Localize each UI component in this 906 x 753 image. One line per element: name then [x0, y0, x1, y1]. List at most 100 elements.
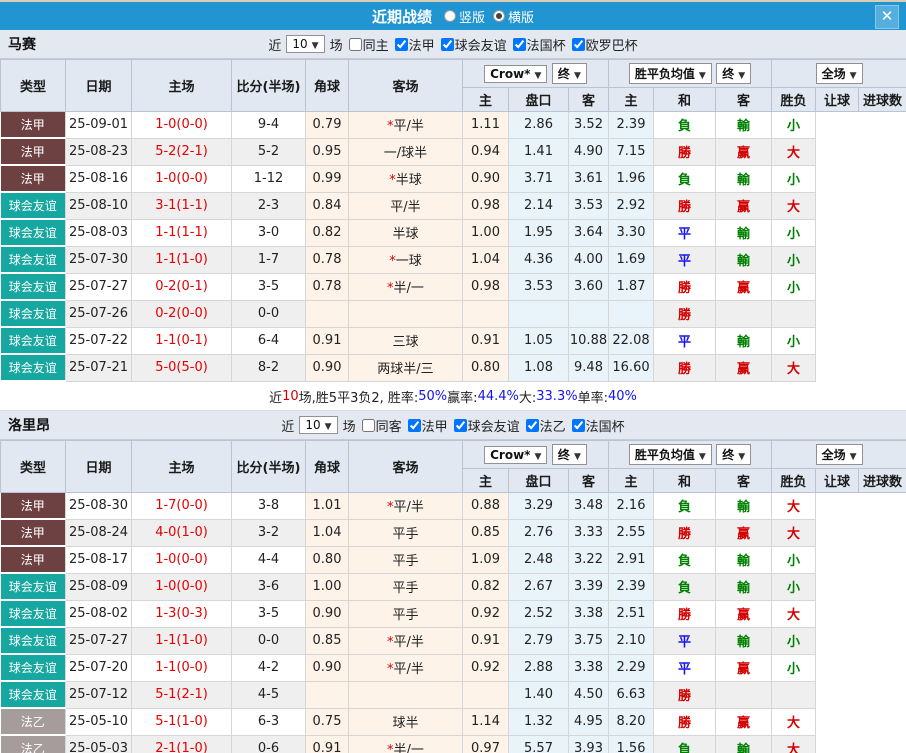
same-venue-checkbox[interactable] — [362, 419, 375, 432]
corners-cell: 3-5 — [232, 273, 306, 300]
avg-select[interactable]: 胜平负均值▼ — [629, 63, 712, 84]
handicap-cell: 球半 — [349, 708, 463, 735]
corners-cell: 6-4 — [232, 327, 306, 354]
league-filter-checkbox[interactable] — [513, 38, 526, 51]
avg-final-select[interactable]: 终▼ — [716, 63, 751, 84]
odds-home-cell: 0.84 — [306, 192, 349, 219]
odds-final-select[interactable]: 终▼ — [552, 444, 587, 465]
date-cell: 25-07-30 — [66, 246, 132, 273]
match-row: 法甲25-08-244-0(1-0)3-21.04平手0.852.763.332… — [1, 519, 906, 546]
filter-near-label: 近 — [268, 35, 281, 54]
date-cell: 25-08-03 — [66, 219, 132, 246]
odds-home-cell — [306, 681, 349, 708]
avg-home-cell: 2.14 — [509, 192, 569, 219]
close-icon[interactable]: ✕ — [875, 5, 899, 29]
summary-segment: 大: — [519, 387, 536, 406]
filter-option[interactable]: 法甲 — [391, 35, 435, 54]
col-avg-draw: 和 — [654, 469, 716, 493]
result-cell: 勝 — [654, 600, 716, 627]
match-count-select[interactable]: 10▼ — [286, 35, 324, 53]
horizontal-radio-label[interactable]: 横版 — [508, 7, 534, 26]
date-cell: 25-08-30 — [66, 493, 132, 520]
odds-away-cell: 1.09 — [463, 546, 509, 573]
bookmaker-select[interactable]: Crow*▼ — [484, 65, 547, 83]
score-cell: 5-1(1-0) — [132, 708, 232, 735]
avg-home-cell: 2.88 — [509, 654, 569, 681]
avg-home-cell: 1.05 — [509, 327, 569, 354]
avg-draw-cell: 3.93 — [569, 735, 609, 753]
bookmaker-select[interactable]: Crow*▼ — [484, 446, 547, 464]
handicap-result-cell: 輸 — [716, 493, 772, 520]
handicap-star: * — [387, 743, 394, 753]
filter-option[interactable]: 欧罗巴杯 — [568, 35, 638, 54]
avg-draw-cell: 4.50 — [569, 681, 609, 708]
odds-home-cell: 1.00 — [306, 573, 349, 600]
handicap-star: * — [387, 281, 394, 296]
filter-option[interactable]: 同客 — [358, 416, 402, 435]
col-away: 客场 — [349, 60, 463, 112]
filter-option[interactable]: 球会友谊 — [450, 416, 520, 435]
date-cell: 25-07-27 — [66, 273, 132, 300]
handicap-result-cell: 輸 — [716, 165, 772, 192]
odds-home-cell: 1.04 — [306, 519, 349, 546]
league-filter-checkbox[interactable] — [408, 419, 421, 432]
league-cell: 法甲 — [1, 546, 66, 573]
titlebar: 近期战绩 竖版 横版 ✕ — [0, 2, 906, 30]
filter-option[interactable]: 法国杯 — [509, 35, 566, 54]
avg-select[interactable]: 胜平负均值▼ — [629, 444, 712, 465]
avg-away-cell: 1.56 — [609, 735, 654, 753]
score-cell: 5-1(2-1) — [132, 681, 232, 708]
odds-away-cell — [463, 681, 509, 708]
vertical-radio-label[interactable]: 竖版 — [459, 7, 485, 26]
summary-segment: 50% — [418, 389, 447, 404]
avg-draw-cell: 3.52 — [569, 112, 609, 139]
col-score: 比分(半场) — [232, 60, 306, 112]
filter-option[interactable]: 同主 — [345, 35, 389, 54]
filter-option[interactable]: 球会友谊 — [437, 35, 507, 54]
score-cell: 1-1(1-1) — [132, 219, 232, 246]
same-venue-checkbox[interactable] — [349, 38, 362, 51]
league-cell: 球会友谊 — [1, 573, 66, 600]
match-count-select[interactable]: 10▼ — [299, 416, 337, 434]
filter-option[interactable]: 法甲 — [404, 416, 448, 435]
avg-final-select[interactable]: 终▼ — [716, 444, 751, 465]
col-odds-away: 客 — [569, 88, 609, 112]
scope-select[interactable]: 全场▼ — [816, 444, 863, 465]
col-odds-away: 客 — [569, 469, 609, 493]
league-filter-checkbox[interactable] — [441, 38, 454, 51]
league-filter-checkbox[interactable] — [454, 419, 467, 432]
avg-draw-cell: 3.61 — [569, 165, 609, 192]
avg-home-cell: 2.86 — [509, 112, 569, 139]
date-cell: 25-08-23 — [66, 138, 132, 165]
odds-home-cell: 0.78 — [306, 246, 349, 273]
summary-segment: 33.3% — [536, 389, 577, 404]
league-filter-checkbox[interactable] — [395, 38, 408, 51]
avg-home-cell: 2.79 — [509, 627, 569, 654]
league-filter-checkbox[interactable] — [526, 419, 539, 432]
match-count-value: 10 — [292, 37, 307, 51]
avg-home-cell: 3.53 — [509, 273, 569, 300]
odds-home-cell: 0.82 — [306, 219, 349, 246]
col-odds-home: 主 — [463, 88, 509, 112]
corners-cell: 0-0 — [232, 627, 306, 654]
goals-cell: 小 — [772, 112, 816, 139]
filter-option[interactable]: 法国杯 — [568, 416, 625, 435]
scope-select[interactable]: 全场▼ — [816, 63, 863, 84]
league-filter-checkbox[interactable] — [572, 38, 585, 51]
filter-option[interactable]: 法乙 — [522, 416, 566, 435]
summary-segment: 10 — [282, 389, 299, 404]
horizontal-radio[interactable] — [493, 10, 505, 22]
handicap-result-cell: 輸 — [716, 327, 772, 354]
match-row: 球会友谊25-07-201-1(0-0)4-20.90*平/半0.922.883… — [1, 654, 906, 681]
handicap-result-cell: 赢 — [716, 354, 772, 381]
score-cell: 1-0(0-0) — [132, 112, 232, 139]
league-cell: 法甲 — [1, 165, 66, 192]
league-filter-checkbox[interactable] — [572, 419, 585, 432]
league-filter-label: 法乙 — [540, 416, 566, 435]
results-table: 类型 日期 主场 比分(半场) 角球 客场 Crow*▼ 终▼ 胜平负均值▼ 终… — [0, 59, 906, 382]
league-cell: 球会友谊 — [1, 654, 66, 681]
odds-final-select[interactable]: 终▼ — [552, 63, 587, 84]
vertical-radio[interactable] — [444, 10, 456, 22]
col-type: 类型 — [1, 441, 66, 493]
odds-home-cell: 0.95 — [306, 138, 349, 165]
